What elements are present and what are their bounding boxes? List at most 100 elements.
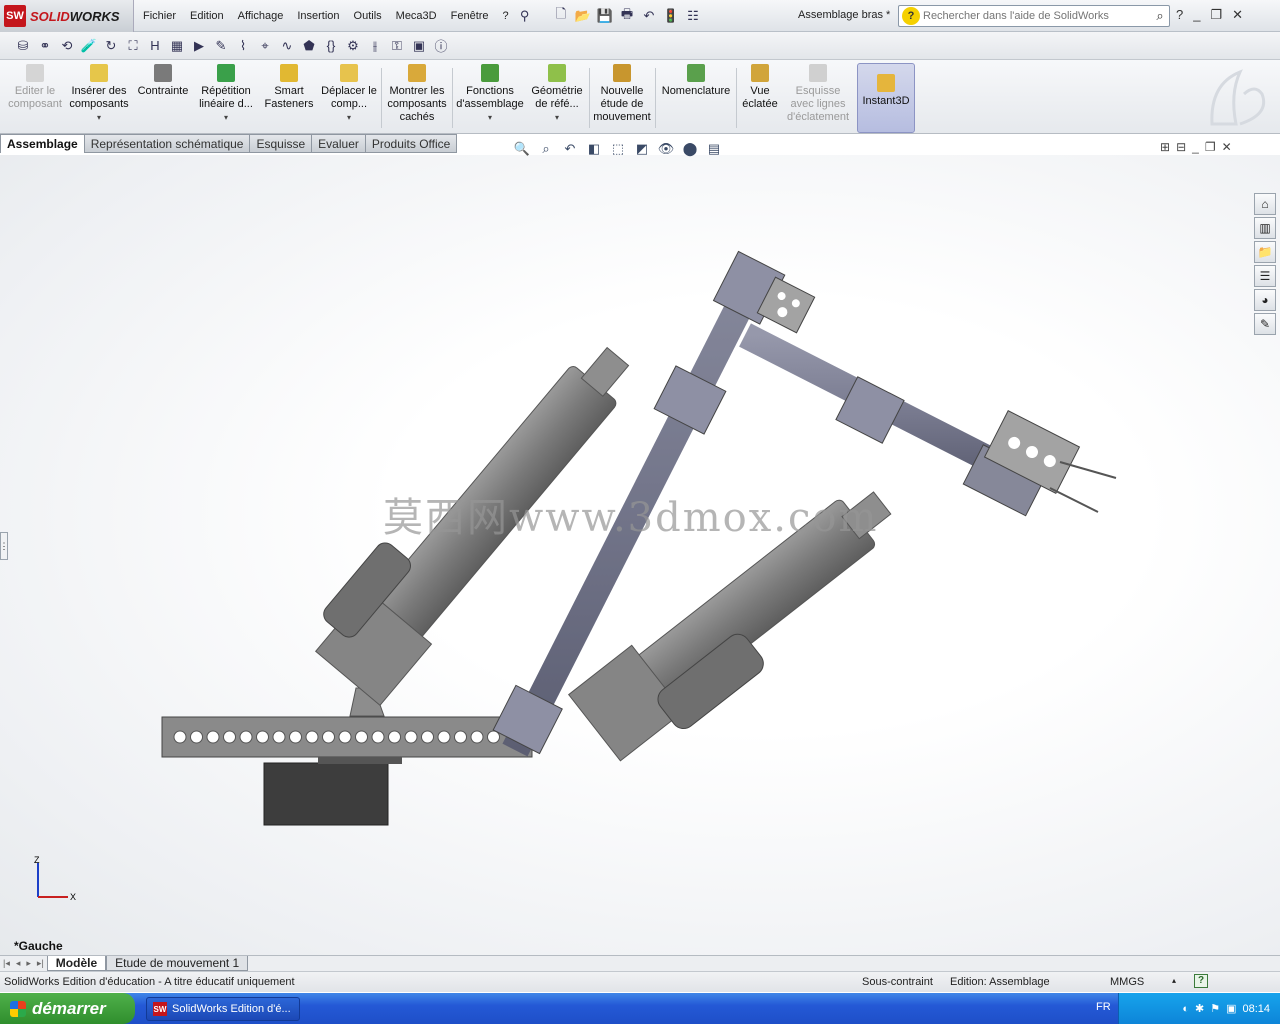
cascade-icon[interactable]: ⊟ — [1176, 140, 1186, 154]
clock[interactable]: 08:14 — [1242, 1003, 1270, 1015]
select-icon[interactable]: ⛶ — [124, 37, 142, 55]
dropdown-arrow-icon[interactable]: ▾ — [224, 111, 228, 124]
dropdown-arrow-icon[interactable]: ▾ — [347, 111, 351, 124]
new-document-icon[interactable]: 🗋 — [552, 6, 570, 25]
graphics-viewport[interactable] — [0, 155, 1280, 955]
tray-icon[interactable]: ▣ — [1226, 1002, 1236, 1015]
orbit-icon[interactable]: ⟲ — [58, 37, 76, 55]
minimize-icon[interactable]: _ — [1193, 7, 1200, 23]
rebuild-icon[interactable]: 🚦 — [662, 7, 680, 25]
last-tab-icon[interactable]: ▸| — [34, 958, 47, 969]
montrer-composants-caches-button[interactable]: Montrer les composants cachés — [384, 64, 450, 132]
edit-icon[interactable]: ✎ — [212, 37, 230, 55]
gear-icon[interactable]: ⚙ — [344, 37, 362, 55]
tab-produits-office[interactable]: Produits Office — [365, 134, 458, 153]
assembly-model[interactable] — [0, 155, 1280, 955]
tab-representation-schematique[interactable]: Représentation schématique — [84, 134, 251, 153]
zoom-fit-icon[interactable]: 🔍 — [512, 140, 532, 158]
nomenclature-button[interactable]: Nomenclature — [658, 64, 734, 132]
print-icon[interactable]: 🖶 — [618, 6, 636, 25]
start-button[interactable]: démarrer — [0, 993, 135, 1024]
vue-eclatee-button[interactable]: Vue éclatée — [738, 64, 782, 132]
tab-esquisse[interactable]: Esquisse — [250, 134, 313, 153]
deplacer-composant-button[interactable]: Déplacer le comp... ▾ — [320, 64, 378, 132]
file-explorer-icon[interactable]: 📁 — [1254, 241, 1276, 263]
tray-icon[interactable]: ◐ — [1182, 1003, 1189, 1015]
menu-edition[interactable]: Edition — [183, 10, 231, 22]
tab-evaluer[interactable]: Evaluer — [312, 134, 366, 153]
design-library-icon[interactable]: ▥ — [1254, 217, 1276, 239]
tab-modele[interactable]: Modèle — [46, 956, 107, 971]
solidworks-logo[interactable]: SW SOLIDWORKS — [0, 0, 134, 32]
help-icon[interactable]: ? — [1176, 7, 1183, 23]
menu-insertion[interactable]: Insertion — [290, 10, 346, 22]
units-arrow-icon[interactable]: ▴ — [1172, 976, 1176, 985]
save-icon[interactable]: 💾 — [596, 7, 614, 25]
material-icon[interactable]: 🧪 — [80, 37, 98, 55]
base-rail[interactable] — [161, 716, 533, 758]
tile-icon[interactable]: ⊞ — [1160, 140, 1170, 154]
restore-icon[interactable]: ❐ — [1210, 7, 1222, 23]
language-indicator[interactable]: FR — [1096, 1001, 1111, 1013]
doc-close-icon[interactable]: ✕ — [1222, 140, 1232, 154]
esquisse-lignes-eclatement-button[interactable]: Esquisse avec lignes d'éclatement — [784, 64, 852, 132]
bracket-icon[interactable]: {} — [322, 37, 340, 55]
close-icon[interactable]: ✕ — [1232, 7, 1243, 23]
key-icon[interactable]: ⚿ — [388, 37, 406, 55]
tab-assemblage[interactable]: Assemblage — [0, 134, 85, 153]
next-tab-icon[interactable]: ▸ — [23, 958, 34, 969]
smart-fasteners-button[interactable]: Smart Fasteners — [260, 64, 318, 132]
repetition-lineaire-button[interactable]: Répétition linéaire d... ▾ — [194, 64, 258, 132]
spline-icon[interactable]: ∿ — [278, 37, 296, 55]
nouvelle-etude-mouvement-button[interactable]: Nouvelle étude de mouvement — [592, 64, 652, 132]
instant3d-button[interactable]: Instant3D — [857, 63, 915, 133]
custom-properties-icon[interactable]: ✎ — [1254, 313, 1276, 335]
sketch-icon[interactable]: ⌇ — [234, 37, 252, 55]
refresh-icon[interactable]: ↻ — [102, 37, 120, 55]
menu-fenetre[interactable]: Fenêtre — [444, 10, 496, 22]
view-palette-icon[interactable]: ☰ — [1254, 265, 1276, 287]
section-view-icon[interactable]: ◧ — [584, 140, 604, 158]
edit-appearance-icon[interactable]: ⬤ — [680, 140, 700, 158]
menu-help[interactable]: ? — [496, 10, 516, 22]
menu-outils[interactable]: Outils — [347, 10, 389, 22]
inserer-composants-button[interactable]: Insérer des composants ▾ — [66, 64, 132, 132]
shape-icon[interactable]: ⬟ — [300, 37, 318, 55]
help-search-input[interactable] — [923, 10, 1151, 22]
help-icon[interactable]: ? — [1194, 974, 1208, 988]
tray-icon[interactable]: ✱ — [1195, 1002, 1204, 1015]
layers-icon[interactable]: ⛁ — [14, 37, 32, 55]
editer-composant-button[interactable]: Editer le composant — [6, 64, 64, 132]
home-icon[interactable]: ⌂ — [1254, 193, 1276, 215]
tab-etude-mouvement[interactable]: Etude de mouvement 1 — [106, 956, 249, 971]
menu-fichier[interactable]: Fichier — [136, 10, 183, 22]
open-icon[interactable]: 📂 — [574, 7, 592, 25]
pin-icon[interactable]: ⚲ — [516, 7, 534, 25]
contrainte-button[interactable]: Contrainte — [134, 64, 192, 132]
info-icon[interactable]: ⓘ — [432, 37, 450, 55]
dropdown-arrow-icon[interactable]: ▾ — [97, 111, 101, 124]
geometrie-reference-button[interactable]: Géométrie de réfé... ▾ — [527, 64, 587, 132]
taskbar-solidworks-window[interactable]: SW SolidWorks Edition d'é... — [146, 997, 300, 1021]
appearances-icon[interactable]: ◕ — [1254, 289, 1276, 311]
search-icon[interactable]: ⌕ — [1151, 8, 1169, 24]
h-icon[interactable]: H — [146, 37, 164, 55]
menu-meca3d[interactable]: Meca3D — [389, 10, 444, 22]
motor-block[interactable] — [263, 762, 389, 826]
apply-scene-icon[interactable]: ▤ — [704, 140, 724, 158]
graph-icon[interactable]: ⫲ — [366, 37, 384, 55]
zoom-area-icon[interactable]: ⌕ — [536, 140, 556, 158]
first-tab-icon[interactable]: |◂ — [0, 958, 13, 969]
hide-show-icon[interactable]: 👁 — [656, 140, 676, 158]
dropdown-arrow-icon[interactable]: ▾ — [555, 111, 559, 124]
display-style-icon[interactable]: ◩ — [632, 140, 652, 158]
status-units[interactable]: MMGS — [1110, 976, 1144, 988]
prev-tab-icon[interactable]: ◂ — [13, 958, 24, 969]
play-icon[interactable]: ▶ — [190, 37, 208, 55]
fonctions-assemblage-button[interactable]: Fonctions d'assemblage ▾ — [455, 64, 525, 132]
view-orientation-icon[interactable]: ⬚ — [608, 140, 628, 158]
panel-expand-handle[interactable]: ⋮ — [0, 532, 9, 560]
options-icon[interactable]: ☷ — [684, 7, 702, 25]
doc-minimize-icon[interactable]: _ — [1192, 140, 1199, 154]
help-search-box[interactable]: ? ⌕ — [898, 5, 1170, 27]
